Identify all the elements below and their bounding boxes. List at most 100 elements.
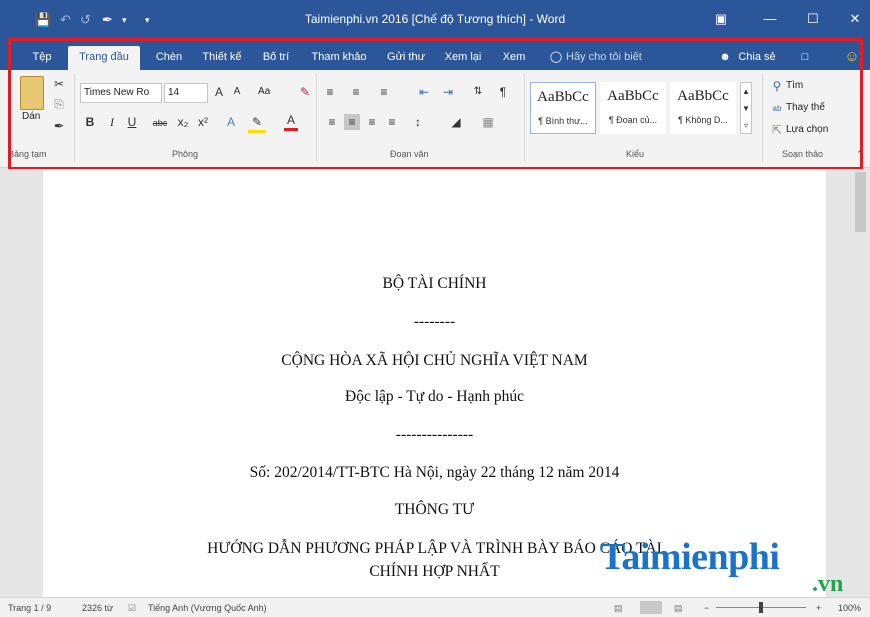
taimienphi-logo-suffix: .vn	[812, 571, 844, 597]
ribbon-tabs: Tệp Trang đầu Chèn Thiết kế Bố trí Tham …	[0, 40, 870, 70]
tab-view[interactable]: Xem	[496, 46, 532, 70]
divider	[762, 74, 763, 162]
replace-button[interactable]: Thay thế	[786, 101, 825, 115]
document-page[interactable]: BỘ TÀI CHÍNH -------- CỘNG HÒA XÃ HỘI CH…	[43, 170, 826, 597]
superscript-icon[interactable]: x²	[196, 114, 210, 130]
select-button[interactable]: Lựa chọn	[786, 123, 828, 137]
font-name-field[interactable]: Times New Ro	[80, 83, 162, 103]
numbering-icon[interactable]: ≡	[348, 84, 364, 100]
group-label-styles: Kiểu	[626, 149, 645, 159]
replace-icon[interactable]: ab	[770, 101, 784, 117]
tab-file[interactable]: Tệp	[22, 46, 62, 70]
grow-font-icon[interactable]: A	[212, 84, 226, 100]
highlight-icon[interactable]: ✎	[248, 114, 266, 133]
font-size-field[interactable]: 14	[164, 83, 208, 103]
align-left-icon[interactable]: ≡	[324, 114, 340, 130]
scrollbar-thumb[interactable]	[855, 172, 866, 232]
increase-indent-icon[interactable]: ⇥	[440, 84, 456, 100]
style-no-spacing[interactable]: AaBbCc ¶ Không D...	[670, 82, 736, 134]
tell-me-box[interactable]: Hãy cho tôi biết	[566, 46, 666, 70]
collapse-ribbon-icon[interactable]: ⌃	[854, 146, 866, 162]
clear-formatting-icon[interactable]: ✎	[298, 84, 312, 100]
doc-line: --------	[413, 313, 456, 330]
restore-icon[interactable]: ☐	[798, 8, 828, 30]
multilevel-list-icon[interactable]: ≡	[376, 84, 392, 100]
style-normal[interactable]: AaBbCc ¶ Bình thư...	[530, 82, 596, 134]
align-right-icon[interactable]: ≡	[364, 114, 380, 130]
read-mode-icon[interactable]: ▤	[614, 602, 623, 614]
sort-icon[interactable]: ⇅	[470, 84, 486, 100]
doc-line: ---------------	[395, 426, 474, 443]
italic-icon[interactable]: I	[106, 114, 118, 130]
underline-icon[interactable]: U	[126, 114, 138, 130]
show-marks-icon[interactable]: ¶	[496, 84, 510, 100]
cut-icon[interactable]: ✂	[52, 76, 66, 92]
divider	[74, 74, 75, 162]
borders-icon[interactable]: ▦	[480, 114, 496, 130]
bold-icon[interactable]: B	[84, 114, 96, 130]
minimize-icon[interactable]: —	[755, 8, 785, 30]
font-color-icon[interactable]: A	[284, 112, 298, 131]
tab-review[interactable]: Xem lại	[438, 46, 488, 70]
ribbon-display-icon[interactable]: ▣	[706, 8, 736, 30]
style-name: ¶ Đoạn củ...	[608, 115, 658, 125]
find-icon[interactable]: ⚲	[770, 78, 784, 94]
styles-gallery-more-icon[interactable]: ▲ ▼ ▿	[740, 82, 752, 134]
doc-line: CỘNG HÒA XÃ HỘI CHỦ NGHĨA VIỆT NAM	[281, 352, 588, 369]
tab-insert[interactable]: Chèn	[148, 46, 190, 70]
page-count[interactable]: Trang 1 / 9	[8, 602, 51, 614]
select-icon[interactable]: ⇱	[770, 122, 784, 138]
copy-icon[interactable]: ⎘	[52, 96, 66, 112]
web-layout-icon[interactable]: ▤	[674, 602, 683, 614]
proofing-icon[interactable]: ☑	[128, 602, 136, 614]
doc-line: THÔNG TƯ	[394, 501, 475, 518]
close-icon[interactable]: ✕	[840, 8, 870, 30]
style-name: ¶ Bình thư...	[538, 116, 588, 126]
doc-line: Số: 202/2014/TT-BTC Hà Nội, ngày 22 thán…	[249, 464, 620, 481]
shrink-font-icon[interactable]: A	[230, 84, 244, 100]
lightbulb-icon: ◯	[549, 51, 563, 63]
tab-home[interactable]: Trang đầu	[68, 46, 140, 70]
group-label-editing: Soạn thảo	[782, 149, 824, 159]
print-layout-icon[interactable]	[640, 601, 662, 614]
tab-mailings[interactable]: Gửi thư	[382, 46, 430, 70]
person-icon: ☻	[719, 51, 731, 63]
word-count[interactable]: 2326 từ	[82, 602, 113, 614]
paste-button[interactable]: Dán	[22, 110, 40, 124]
find-button[interactable]: Tìm	[786, 79, 803, 93]
justify-icon[interactable]: ≡	[384, 114, 400, 130]
group-label-clipboard: Bảng tạm	[8, 149, 47, 159]
status-bar: Trang 1 / 9 2326 từ ☑ Tiếng Anh (Vương Q…	[0, 597, 870, 617]
strikethrough-icon[interactable]: abc	[150, 115, 170, 131]
align-center-icon[interactable]: ≡	[344, 114, 360, 130]
tab-design[interactable]: Thiết kế	[196, 46, 248, 70]
zoom-level[interactable]: 100%	[838, 602, 861, 614]
title-bar: 💾 ↶ ↺ ✒ ▾ ▾ Taimienphi.vn 2016 [Chế độ T…	[0, 0, 870, 40]
divider	[316, 74, 317, 162]
divider	[524, 74, 525, 162]
smiley-icon[interactable]: ☺	[842, 46, 862, 70]
subscript-icon[interactable]: x₂	[176, 114, 190, 130]
paste-icon[interactable]	[20, 76, 44, 110]
share-button[interactable]: Chia sẻ	[734, 46, 780, 70]
tab-layout[interactable]: Bố trí	[254, 46, 298, 70]
group-label-paragraph: Đoạn văn	[390, 149, 429, 159]
style-name: ¶ Không D...	[678, 115, 728, 125]
change-case-button[interactable]: Aa	[258, 85, 270, 99]
zoom-slider-thumb[interactable]	[759, 602, 763, 613]
shading-icon[interactable]: ◢	[448, 114, 464, 130]
format-painter-brush-icon[interactable]: ✒	[52, 118, 66, 134]
text-effects-icon[interactable]: A	[224, 114, 238, 130]
language[interactable]: Tiếng Anh (Vương Quốc Anh)	[148, 602, 267, 614]
style-paragraph[interactable]: AaBbCc ¶ Đoạn củ...	[600, 82, 666, 134]
zoom-out-icon[interactable]: −	[704, 602, 709, 614]
comment-icon[interactable]: □	[796, 46, 814, 70]
bullets-icon[interactable]: ≡	[322, 84, 338, 100]
line-spacing-icon[interactable]: ↕	[410, 114, 426, 130]
doc-line: BỘ TÀI CHÍNH	[382, 275, 487, 292]
group-label-font: Phông	[172, 149, 199, 159]
decrease-indent-icon[interactable]: ⇤	[416, 84, 432, 100]
vertical-scrollbar[interactable]	[852, 169, 870, 595]
zoom-in-icon[interactable]: +	[816, 602, 821, 614]
tab-references[interactable]: Tham khảo	[306, 46, 372, 70]
